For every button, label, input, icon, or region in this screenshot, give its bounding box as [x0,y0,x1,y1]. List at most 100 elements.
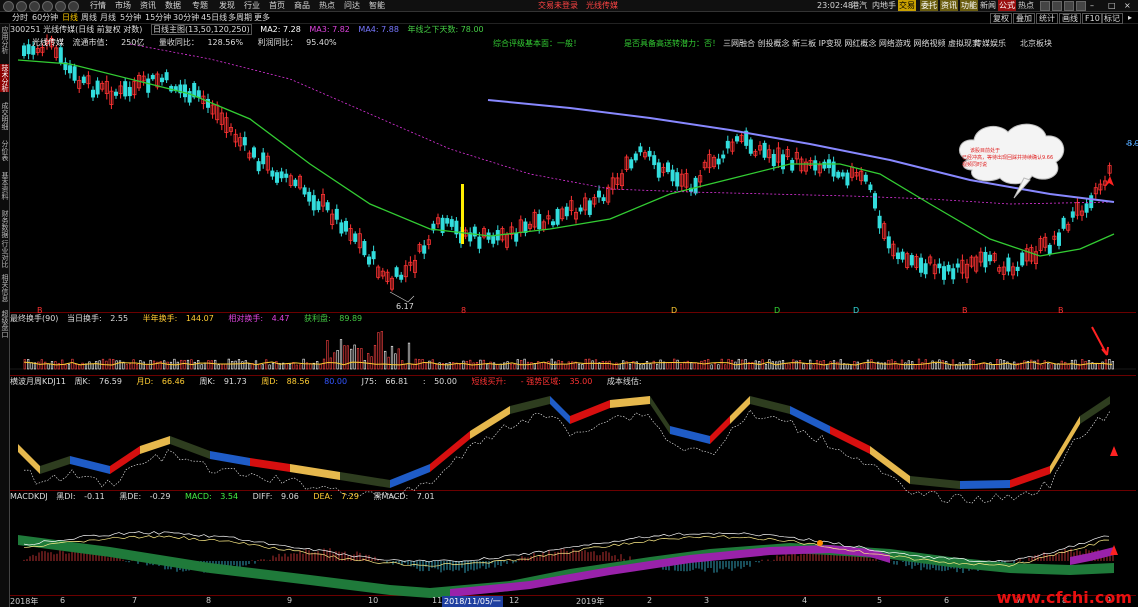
highlight-candle [461,184,464,244]
period-tab-2[interactable]: 日线 [62,12,78,23]
period-tab-9[interactable]: 多周期 [228,12,252,23]
nav-menu-11[interactable]: 智能 [369,0,385,11]
stats-button[interactable]: 统计 [1036,13,1058,24]
turnover-bar [693,362,696,370]
macd-panel[interactable]: MACDKDJ 黑DI: -0.11 黑DE: -0.29 MACD: 3.54… [10,491,1136,598]
period-tab-8[interactable]: 45日线 [201,12,227,23]
turnover-bar [309,363,312,370]
period-tab-1[interactable]: 60分钟 [32,12,58,23]
adjust-button[interactable]: 复权 [990,13,1012,24]
concept-tag[interactable]: IP变现 [819,39,842,48]
rail-tab-5[interactable]: 财务数据 [0,210,9,238]
kdj-canvas[interactable] [10,376,1136,504]
window-icon-2[interactable] [1052,1,1062,11]
kdj-ribbon-segment [790,406,830,434]
turnover-bar [860,363,863,370]
nav-menu-6[interactable]: 行业 [244,0,260,11]
rail-tab-3[interactable]: 分价表 [0,140,9,161]
period-tab-10[interactable]: 更多 [254,12,270,23]
refresh-icon[interactable] [29,1,40,12]
lock-icon[interactable] [68,1,79,12]
window-icon-3[interactable] [1064,1,1074,11]
concept-tag[interactable]: 网红概念 [844,39,876,48]
turnover-bar [384,350,387,370]
login-status[interactable]: 交易未登录 [538,0,578,11]
rail-tab-6[interactable]: 行业对比 [0,240,9,268]
hot-button[interactable]: 热点 [1018,0,1034,11]
home-icon[interactable] [42,1,53,12]
candle-body [353,233,358,242]
period-tab-5[interactable]: 5分钟 [120,12,141,23]
concept-tag[interactable]: 网络视频 [913,39,945,48]
nav-menu-8[interactable]: 商品 [294,0,310,11]
minimize-icon[interactable]: – [1090,0,1094,11]
overlay-button[interactable]: 叠加 [1013,13,1035,24]
rail-tab-0[interactable]: 应用分析 [0,26,9,54]
turnover-item-label: 获利盘: [303,314,331,323]
ma-title[interactable]: 日线主图(13,50,120,250) [150,24,252,35]
kdj-panel[interactable]: 横波月周KDJ11 周K: 76.59 月D: 66.46 周K: 91.73 … [10,376,1136,504]
left-tab-rail: 应用分析 技术分析 成交明细 分价表 基本资料 财务数据 行业对比 相关信息 超… [0,24,10,607]
concept-tag[interactable]: 网络游戏 [879,39,911,48]
period-tab-3[interactable]: 周线 [81,12,97,23]
nav-menu-5[interactable]: 发现 [219,0,235,11]
kdj-ribbon-segment [290,464,340,480]
f10-button[interactable]: F10 [1082,13,1103,24]
period-tab-0[interactable]: 分时 [12,12,28,23]
macd-item-value: 9.06 [280,492,299,501]
rail-tab-2[interactable]: 成交明细 [0,102,9,130]
entrust-button[interactable]: 委托 [920,0,938,11]
forward-icon[interactable] [16,1,27,12]
formula-button[interactable]: 公式 [998,0,1016,11]
period-tab-4[interactable]: 月线 [100,12,116,23]
mark-button[interactable]: 标记 [1101,13,1123,24]
back-icon[interactable] [3,1,14,12]
rail-tab-4[interactable]: 基本资料 [0,172,9,200]
candle-body [334,208,339,220]
turnover-bar [462,360,465,370]
nav-menu-7[interactable]: 首页 [269,0,285,11]
nav-menu-1[interactable]: 市场 [115,0,131,11]
candle-body [946,264,951,272]
period-tab-7[interactable]: 30分钟 [173,12,199,23]
collapse-icon[interactable]: ▸ [1128,12,1132,23]
nav-menu-3[interactable]: 数据 [165,0,181,11]
reload-icon[interactable] [55,1,66,12]
nav-menu-9[interactable]: 热点 [319,0,335,11]
axis-label: 6 [60,596,66,605]
turnover-bar [363,360,366,370]
concept-tag[interactable]: 新三板 [792,39,816,48]
draw-button[interactable]: 画线 [1059,13,1081,24]
newsfeed-button[interactable]: 新闻 [980,0,996,11]
price-chart-panel[interactable]: 300251 光线传媒(日线 前复权 对数) 日线主图(13,50,120,25… [10,24,1138,315]
turnover-bar [788,363,791,370]
maximize-icon[interactable]: □ [1108,0,1116,11]
function-button[interactable]: 功能 [960,0,978,11]
window-icon-1[interactable] [1040,1,1050,11]
concept-tag[interactable]: 创投概念 [758,39,790,48]
hk-link[interactable]: 港汽 [851,0,867,11]
macd-item-value: 3.54 [220,492,239,501]
industry-tag[interactable]: 传媒娱乐 [974,38,1006,49]
macd-canvas[interactable] [10,491,1136,598]
mainland-link[interactable]: 内地手 [872,0,896,11]
close-icon[interactable]: × [1124,0,1131,11]
period-tab-6[interactable]: 15分钟 [145,12,171,23]
region-tag[interactable]: 北京板块 [1020,38,1052,49]
news-button[interactable]: 资讯 [940,0,958,11]
axis-label: 9 [287,596,293,605]
trade-button[interactable]: 交易 [898,0,916,11]
nav-menu-0[interactable]: 行情 [90,0,106,11]
nav-menu-2[interactable]: 资讯 [140,0,156,11]
rail-tab-8[interactable]: 超级盘口 [0,310,9,338]
rail-tab-7[interactable]: 相关信息 [0,274,9,302]
turnover-bar [214,359,217,370]
turnover-panel[interactable]: 最终换手(90) 当日换手: 2.55 半年换手: 144.07 相对换手: 4… [10,313,1136,376]
concept-tag[interactable]: 三网融合 [723,39,755,48]
rail-tab-1[interactable]: 技术分析 [0,64,9,92]
candle-body [1061,217,1066,229]
turnover-bar [934,362,938,370]
nav-menu-4[interactable]: 专题 [192,0,208,11]
window-icon-4[interactable] [1076,1,1086,11]
nav-menu-10[interactable]: 问达 [344,0,360,11]
